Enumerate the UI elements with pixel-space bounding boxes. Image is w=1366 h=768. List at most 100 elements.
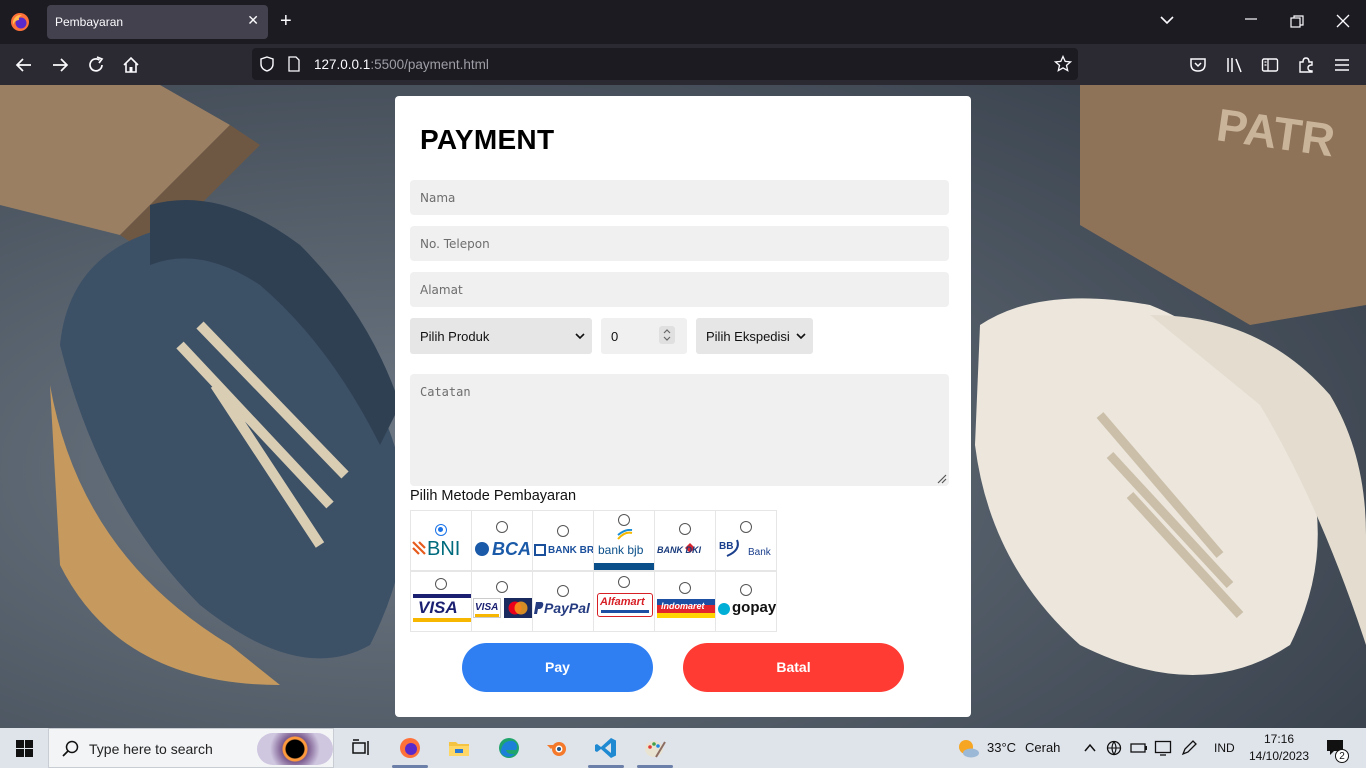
edge-icon[interactable] xyxy=(497,736,521,760)
bri-logo-icon xyxy=(534,544,546,556)
window-close-icon[interactable] xyxy=(1336,14,1350,28)
firefox-taskbar-icon[interactable] xyxy=(398,736,422,760)
bni-logo-icon xyxy=(412,541,426,555)
radio-indomaret[interactable] xyxy=(679,582,691,594)
extensions-icon[interactable] xyxy=(1296,55,1316,75)
search-placeholder: Type here to search xyxy=(89,741,213,757)
shield-icon[interactable] xyxy=(259,56,275,72)
paint-icon[interactable] xyxy=(643,736,667,760)
payment-method-label: Pilih Metode Pembayaran xyxy=(410,488,577,504)
weather-temperature[interactable]: 33°C xyxy=(987,740,1016,755)
clock-date: 14/10/2023 xyxy=(1248,749,1310,763)
url-bar[interactable]: 127.0.0.1:5500/payment.html xyxy=(252,48,1078,80)
pocket-icon[interactable] xyxy=(1188,55,1208,75)
radio-bri[interactable] xyxy=(557,525,569,537)
weather-condition[interactable]: Cerah xyxy=(1025,740,1060,755)
radio-bb-bank[interactable] xyxy=(740,521,752,533)
payment-option-bri[interactable]: BANK BRI xyxy=(532,510,594,571)
language-indicator[interactable]: IND xyxy=(1214,741,1235,755)
forward-icon[interactable] xyxy=(50,55,70,75)
alfamart-logo-text: Alfamart xyxy=(600,596,645,608)
phone-field[interactable]: No. Telepon xyxy=(410,226,949,261)
vscode-icon[interactable] xyxy=(594,736,618,760)
reload-icon[interactable] xyxy=(86,55,106,75)
visa-card-text: VISA xyxy=(475,602,499,613)
radio-alfamart[interactable] xyxy=(618,576,630,588)
radio-visa-mastercard[interactable] xyxy=(496,581,508,593)
dki-logo-text: BANK DKI xyxy=(657,545,701,555)
radio-gopay[interactable] xyxy=(740,584,752,596)
indomaret-logo-text: Indomaret xyxy=(661,601,705,611)
page-icon xyxy=(288,56,300,72)
network-icon[interactable] xyxy=(1105,740,1123,756)
payment-option-indomaret[interactable]: Indomaret xyxy=(654,571,716,632)
home-icon[interactable] xyxy=(121,55,141,75)
notes-placeholder: Catatan xyxy=(420,385,471,399)
resize-handle-icon[interactable] xyxy=(935,472,947,484)
radio-visa[interactable] xyxy=(435,578,447,590)
quantity-spinner[interactable] xyxy=(659,326,675,344)
library-icon[interactable] xyxy=(1225,55,1245,75)
payment-option-bb-bank[interactable]: BB Bank xyxy=(715,510,777,571)
minimize-icon[interactable] xyxy=(1244,12,1258,26)
weather-icon[interactable] xyxy=(956,736,980,760)
chevron-down-icon xyxy=(796,333,806,340)
gopay-logo-text: gopay xyxy=(732,599,777,616)
restore-icon[interactable] xyxy=(1290,15,1304,29)
payment-option-bjb[interactable]: bank bjb xyxy=(593,510,655,571)
address-field[interactable]: Alamat xyxy=(410,272,949,307)
file-explorer-icon[interactable] xyxy=(447,736,471,760)
payment-option-dki[interactable]: BANK DKI xyxy=(654,510,716,571)
firefox-icon xyxy=(11,13,29,31)
payment-option-bca[interactable]: BCA xyxy=(471,510,533,571)
payment-option-paypal[interactable]: PayPal xyxy=(532,571,594,632)
courier-select[interactable]: Pilih Ekspedisi xyxy=(696,318,813,354)
notes-textarea[interactable]: Catatan xyxy=(410,374,949,486)
windows-start-icon[interactable] xyxy=(16,740,33,757)
product-select[interactable]: Pilih Produk xyxy=(410,318,592,354)
chevron-up-icon[interactable] xyxy=(1083,742,1097,754)
tab-close-icon[interactable]: ✕ xyxy=(247,12,259,29)
back-icon[interactable] xyxy=(14,55,34,75)
url-path: :5500/payment.html xyxy=(370,57,489,72)
display-icon[interactable] xyxy=(1154,739,1172,757)
pay-button[interactable]: Pay xyxy=(462,643,653,692)
notification-count-badge: 2 xyxy=(1335,749,1349,763)
quantity-value: 0 xyxy=(611,329,619,344)
list-all-tabs-icon[interactable] xyxy=(1159,12,1175,28)
visa-card-stripe xyxy=(475,614,499,617)
payment-form-card: PAYMENT Nama No. Telepon Alamat Pilih Pr… xyxy=(395,96,971,717)
sidebar-icon[interactable] xyxy=(1260,55,1280,75)
bookmark-star-icon[interactable] xyxy=(1054,55,1072,73)
radio-bni[interactable] xyxy=(435,524,447,536)
browser-tab[interactable]: Pembayaran ✕ xyxy=(47,5,268,39)
radio-bjb[interactable] xyxy=(618,514,630,526)
payment-option-gopay[interactable]: gopay xyxy=(715,571,777,632)
radio-dki[interactable] xyxy=(679,523,691,535)
payment-option-visa-mastercard[interactable]: VISA xyxy=(471,571,533,632)
payment-option-alfamart[interactable]: Alfamart xyxy=(593,571,655,632)
bca-logo-icon xyxy=(475,542,489,556)
payment-option-visa[interactable]: VISA xyxy=(410,571,472,632)
blender-icon[interactable] xyxy=(545,736,569,760)
browser-nav-bar: 127.0.0.1:5500/payment.html xyxy=(0,44,1366,85)
name-placeholder: Nama xyxy=(420,191,456,205)
menu-icon[interactable] xyxy=(1332,55,1352,75)
system-clock[interactable]: 17:16 14/10/2023 xyxy=(1248,731,1310,765)
new-tab-button[interactable]: + xyxy=(280,10,292,32)
visa-bottom-bar xyxy=(413,618,471,622)
cancel-button[interactable]: Batal xyxy=(683,643,904,692)
name-field[interactable]: Nama xyxy=(410,180,949,215)
quantity-stepper[interactable]: 0 xyxy=(601,318,687,354)
taskbar-search-box[interactable]: Type here to search xyxy=(48,728,334,768)
task-view-icon[interactable] xyxy=(349,736,373,760)
spinner-arrows-icon xyxy=(663,329,671,341)
chevron-down-icon xyxy=(575,333,585,340)
radio-paypal[interactable] xyxy=(557,585,569,597)
radio-bca[interactable] xyxy=(496,521,508,533)
pen-icon[interactable] xyxy=(1180,739,1198,757)
url-text[interactable]: 127.0.0.1:5500/payment.html xyxy=(314,57,489,72)
payment-option-bni[interactable]: BNI xyxy=(410,510,472,571)
battery-plug-icon[interactable] xyxy=(1130,740,1148,756)
bb-bank-logo-text: Bank xyxy=(748,547,771,558)
